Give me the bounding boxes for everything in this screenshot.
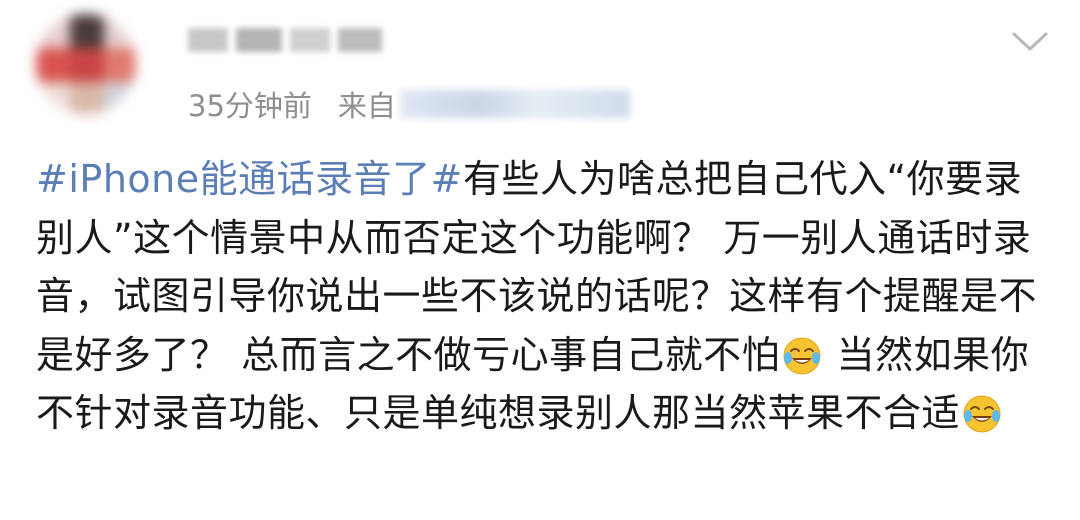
weibo-post: 35分钟前 来自 #iPhone能通话录音了#有些人为啥总把自己代入“你要录别人… [0, 0, 1080, 520]
hashtag-link[interactable]: #iPhone能通话录音了# [36, 157, 463, 201]
post-meta: 35分钟前 来自 [188, 84, 630, 124]
post-time: 35分钟前 [188, 89, 312, 123]
source-app-blurred[interactable] [399, 90, 630, 118]
chevron-down-icon[interactable] [1010, 26, 1050, 56]
username-blurred[interactable] [188, 22, 388, 58]
source-prefix: 来自 [337, 89, 396, 123]
avatar[interactable] [36, 14, 136, 114]
laughing-tears-emoji-icon [962, 392, 1002, 433]
post-body: #iPhone能通话录音了#有些人为啥总把自己代入“你要录别人”这个情景中从而否… [36, 150, 1046, 443]
laughing-tears-emoji-icon [782, 334, 822, 374]
